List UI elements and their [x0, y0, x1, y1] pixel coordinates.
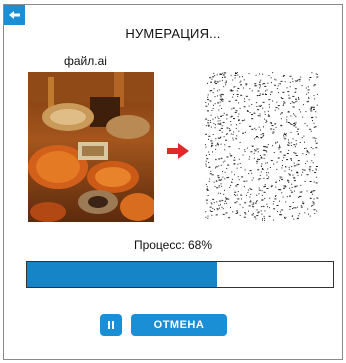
pause-icon	[108, 321, 110, 329]
file-name: файл.ai	[64, 54, 107, 68]
back-button[interactable]	[4, 5, 25, 25]
numbering-dialog: НУМЕРАЦИЯ... файл.ai Процесс: 68% ОТМЕНА	[3, 4, 343, 360]
dialog-title: НУМЕРАЦИЯ...	[125, 26, 221, 41]
back-arrow-icon	[8, 11, 20, 19]
progress-bar	[26, 261, 334, 288]
right-arrow-icon	[167, 143, 189, 159]
progress-bar-fill	[27, 262, 217, 287]
cancel-button[interactable]: ОТМЕНА	[131, 314, 227, 336]
source-image-thumbnail	[28, 72, 154, 222]
processed-image-thumbnail	[205, 72, 319, 222]
progress-label: Процесс: 68%	[133, 238, 213, 252]
pause-button[interactable]	[100, 314, 122, 336]
